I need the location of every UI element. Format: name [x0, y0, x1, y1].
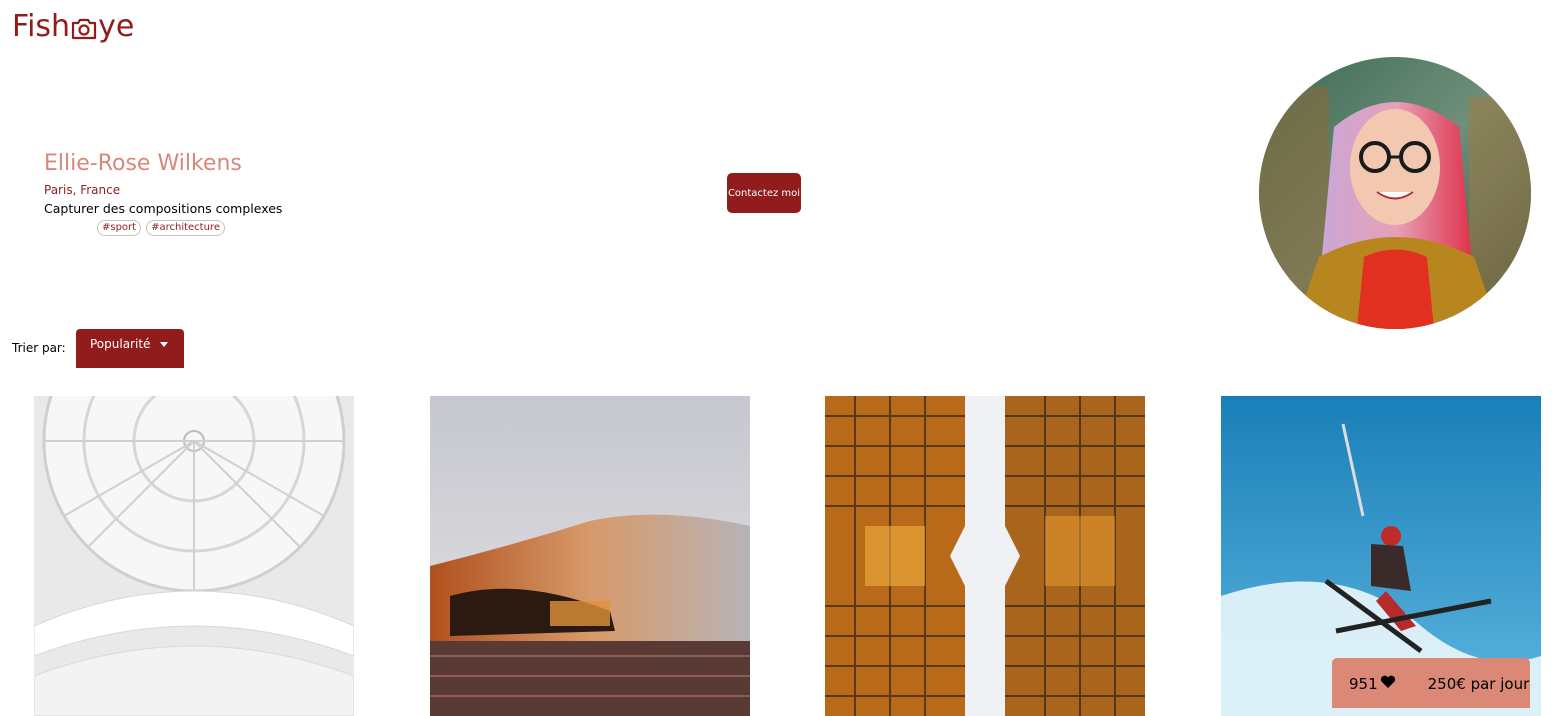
sort-selected-value: Popularité: [90, 337, 151, 351]
likes-price-box: 951 250€ par jour: [1332, 658, 1530, 708]
contact-button[interactable]: Contactez moi: [727, 173, 801, 213]
total-likes: 951: [1349, 675, 1396, 693]
logo[interactable]: Fish ye: [12, 6, 134, 46]
daily-price: 250€ par jour: [1427, 675, 1530, 693]
tag-sport[interactable]: #sport: [97, 220, 142, 236]
total-likes-value: 951: [1349, 675, 1378, 693]
photographer-location: Paris, France: [44, 183, 121, 197]
tag-list: #sport #architecture: [97, 220, 282, 236]
sort-label: Trier par:: [12, 341, 66, 355]
sort-dropdown[interactable]: Popularité: [76, 329, 184, 368]
logo-text-left: Fish: [12, 8, 71, 44]
avatar: [1259, 57, 1531, 329]
media-card-2[interactable]: [430, 396, 750, 716]
media-card-1[interactable]: [34, 396, 354, 716]
heart-icon: [1380, 675, 1396, 693]
camera-icon: [71, 14, 97, 40]
photographer-tagline: Capturer des compositions complexes: [44, 201, 283, 216]
chevron-down-icon: [160, 342, 169, 347]
media-card-3[interactable]: [825, 396, 1145, 716]
photographer-name: Ellie-Rose Wilkens: [44, 151, 242, 176]
logo-text-right: ye: [98, 8, 135, 44]
photographer-header: Ellie-Rose Wilkens Paris, France Capture…: [44, 150, 282, 236]
tag-architecture[interactable]: #architecture: [146, 220, 225, 236]
